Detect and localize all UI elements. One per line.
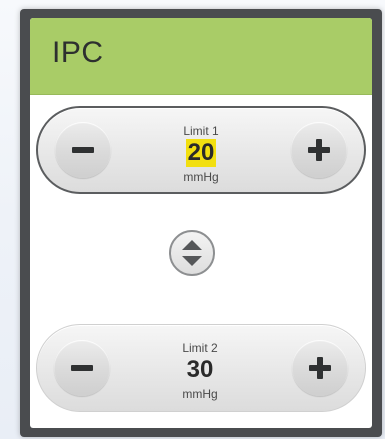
limit-1-value-block: Limit 1 20 mmHg: [128, 108, 274, 192]
plus-icon: [309, 357, 331, 379]
limit-2-value-wrap: 30: [127, 356, 273, 384]
limit-1-increment-button[interactable]: [291, 122, 347, 178]
limit-2-decrement-button[interactable]: [54, 340, 110, 396]
limit-2-increment-button[interactable]: [292, 340, 348, 396]
plus-icon: [308, 139, 330, 161]
limit-2-unit: mmHg: [182, 387, 218, 401]
limit-2-label: Limit 2: [182, 341, 218, 355]
limit-1-stepper[interactable]: Limit 1 20 mmHg: [36, 106, 366, 194]
minus-icon: [72, 147, 94, 153]
limit-1-label: Limit 1: [183, 124, 219, 138]
minus-icon: [71, 365, 93, 371]
limit-1-value: 20: [185, 139, 217, 167]
panel-title: IPC: [52, 36, 104, 69]
ipc-panel: IPC Limit 1 20 mmHg Limit 2 30 mmHg: [30, 18, 372, 428]
up-down-arrows-icon: [182, 240, 202, 266]
swap-limits-button[interactable]: [169, 230, 215, 276]
panel-header: IPC: [30, 18, 372, 95]
limit-1-unit: mmHg: [183, 170, 219, 184]
limit-2-value-block: Limit 2 30 mmHg: [127, 325, 273, 411]
limit-2-stepper[interactable]: Limit 2 30 mmHg: [36, 324, 366, 412]
limit-1-value-wrap: 20: [128, 139, 274, 167]
limit-2-value: 30: [186, 356, 214, 383]
limit-1-decrement-button[interactable]: [55, 122, 111, 178]
